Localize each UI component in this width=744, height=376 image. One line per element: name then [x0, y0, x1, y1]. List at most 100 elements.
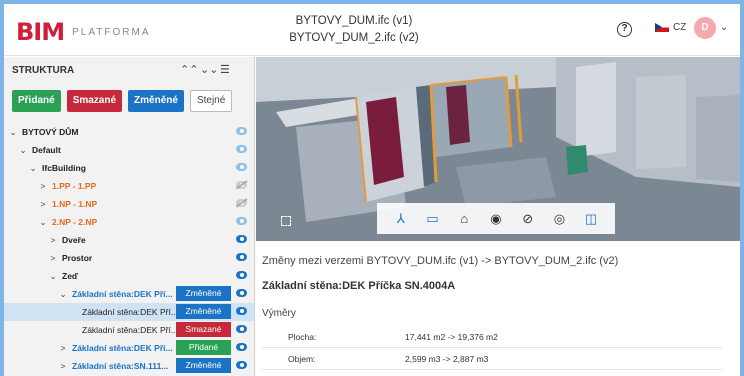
compared-files: BYTOVY_DUM.ifc (v1) BYTOVY_DUM_2.ifc (v2… [234, 13, 474, 47]
tree-label: Základní stěna:DEK Pří... [82, 325, 178, 335]
chevron-down-icon[interactable]: ⌄ [720, 22, 728, 33]
tree-label: 1.PP - 1.PP [52, 181, 97, 191]
eye-icon[interactable] [236, 361, 247, 369]
section-title: Výměry [262, 308, 296, 319]
tree-label: Zeď [62, 271, 79, 281]
structure-tree: ⌄ BYTOVÝ DŮM ⌄ Default ⌄ IfcBuilding > 1… [4, 123, 254, 375]
language-selector[interactable]: CZ [655, 22, 686, 33]
app-window: BIM PLATFORMA BYTOVY_DUM.ifc (v1) BYTOVY… [4, 4, 740, 376]
chevron-down-icon[interactable]: ⌄ [18, 141, 28, 159]
tree-row[interactable]: > Dveře [4, 231, 254, 249]
chevron-right-icon[interactable]: > [38, 177, 48, 195]
tree-label: Základní stěna:DEK Pří... [72, 289, 173, 299]
compare-split-icon[interactable]: ◫ [582, 210, 600, 228]
details-title: Změny mezi verzemi BYTOVY_DUM.ifc (v1) -… [262, 255, 619, 267]
eye-icon[interactable] [236, 289, 247, 297]
chevron-right-icon[interactable]: > [58, 339, 68, 357]
collapse-all-icon[interactable]: ⌃⌃ [180, 63, 198, 76]
tree-label: IfcBuilding [42, 163, 86, 173]
target-icon[interactable]: ◎ [550, 210, 568, 228]
eye-icon[interactable] [236, 307, 247, 315]
property-key: Plocha: [288, 332, 317, 342]
eye-icon[interactable] [236, 235, 247, 243]
change-filters: Přidané Smazané Změněné Stejné [12, 90, 233, 112]
tree-label: 1.NP - 1.NP [52, 199, 98, 209]
filter-changed-button[interactable]: Změněné [128, 90, 184, 112]
avatar[interactable]: D [694, 17, 716, 39]
chevron-right-icon[interactable]: > [48, 249, 58, 267]
property-value: 2,599 m3 -> 2,887 m3 [405, 354, 489, 364]
model-viewer[interactable]: ⅄ ▭ ⌂ ◉ ⊘ ◎ ◫ [256, 57, 740, 241]
tree-row[interactable]: > Základní stěna:SN.111... Změněné [4, 357, 254, 375]
tree-label: Default [32, 145, 61, 155]
tree-row[interactable]: > Prostor [4, 249, 254, 267]
eye-icon[interactable] [236, 253, 247, 261]
chevron-down-icon[interactable]: ⌄ [48, 267, 58, 285]
change-details: Změny mezi verzemi BYTOVY_DUM.ifc (v1) -… [256, 242, 740, 376]
expand-icon[interactable] [281, 216, 291, 226]
tree-row[interactable]: > 1.NP - 1.NP [4, 195, 254, 213]
tree-row-selected[interactable]: Základní stěna:DEK Pří... Změněné [4, 303, 254, 321]
chevron-right-icon[interactable]: > [38, 195, 48, 213]
eye-off-icon[interactable]: ⊘ [519, 210, 537, 228]
property-row: Plocha: 17,441 m2 -> 19,376 m2 [262, 326, 722, 348]
property-value: 17,441 m2 -> 19,376 m2 [405, 332, 498, 342]
chevron-down-icon[interactable]: ⌄ [58, 285, 68, 303]
eye-off-icon[interactable] [236, 199, 247, 207]
help-icon[interactable]: ? [617, 22, 632, 37]
chevron-down-icon[interactable]: ⌄ [8, 123, 18, 141]
tree-label: Dveře [62, 235, 86, 245]
tree-row[interactable]: Základní stěna:DEK Pří... Smazané [4, 321, 254, 339]
tree-label: BYTOVÝ DŮM [22, 127, 79, 137]
status-badge: Změněné [176, 286, 231, 301]
tree-row[interactable]: ⌄ BYTOVÝ DŮM [4, 123, 254, 141]
filter-icon[interactable]: ☰ [220, 63, 230, 76]
czech-flag-icon [655, 23, 669, 32]
element-name: Základní stěna:DEK Příčka SN.4004A [262, 280, 456, 292]
logo-mark: BIM [16, 18, 65, 46]
section-box-icon[interactable]: ▭ [424, 210, 442, 228]
chevron-down-icon[interactable]: ⌄ [28, 159, 38, 177]
tree-label: Základní stěna:DEK Pří... [82, 307, 178, 317]
tree-label: 2.NP - 2.NP [52, 217, 98, 227]
eye-icon[interactable] [236, 145, 247, 153]
chevron-down-icon[interactable]: ⌄ [38, 213, 48, 231]
language-label: CZ [673, 22, 687, 33]
axes-icon[interactable]: ⅄ [392, 210, 410, 228]
tree-row[interactable]: ⌄ Default [4, 141, 254, 159]
eye-icon[interactable] [236, 343, 247, 351]
filter-deleted-button[interactable]: Smazané [66, 90, 123, 112]
home-icon[interactable]: ⌂ [455, 210, 473, 228]
expand-all-icon[interactable]: ⌄⌄ [200, 63, 218, 76]
property-key: Objem: [288, 354, 316, 364]
tree-row[interactable]: > 1.PP - 1.PP [4, 177, 254, 195]
chevron-right-icon[interactable]: > [58, 357, 68, 375]
tree-label: Prostor [62, 253, 93, 263]
top-bar: BIM PLATFORMA BYTOVY_DUM.ifc (v1) BYTOVY… [4, 4, 740, 56]
tree-label: Základní stěna:SN.111... [72, 361, 169, 371]
tree-row[interactable]: ⌄ Základní stěna:DEK Pří... Změněné [4, 285, 254, 303]
logo-text: PLATFORMA [72, 26, 151, 38]
tree-row[interactable]: ⌄ IfcBuilding [4, 159, 254, 177]
eye-icon[interactable] [236, 163, 247, 171]
status-badge: Změněné [176, 358, 231, 373]
eye-icon[interactable]: ◉ [487, 210, 505, 228]
eye-icon[interactable] [236, 325, 247, 333]
filter-added-button[interactable]: Přidané [12, 90, 61, 112]
status-badge: Změněné [176, 304, 231, 319]
tree-label: Základní stěna:DEK Pří... [72, 343, 173, 353]
tree-row[interactable]: ⌄ 2.NP - 2.NP [4, 213, 254, 231]
eye-icon[interactable] [236, 217, 247, 225]
status-badge: Smazané [176, 322, 231, 337]
tree-row[interactable]: ⌄ Zeď [4, 267, 254, 285]
logo[interactable]: BIM PLATFORMA [16, 20, 151, 44]
tree-row[interactable]: > Základní stěna:DEK Pří... Přidané [4, 339, 254, 357]
property-row: Objem: 2,599 m3 -> 2,887 m3 [262, 348, 722, 370]
file-v2-title: BYTOVY_DUM_2.ifc (v2) [289, 32, 419, 44]
eye-icon[interactable] [236, 271, 247, 279]
chevron-right-icon[interactable]: > [48, 231, 58, 249]
filter-same-button[interactable]: Stejné [189, 90, 233, 112]
eye-off-icon[interactable] [236, 181, 247, 189]
file-v1-title: BYTOVY_DUM.ifc (v1) [295, 15, 413, 27]
eye-icon[interactable] [236, 127, 247, 135]
